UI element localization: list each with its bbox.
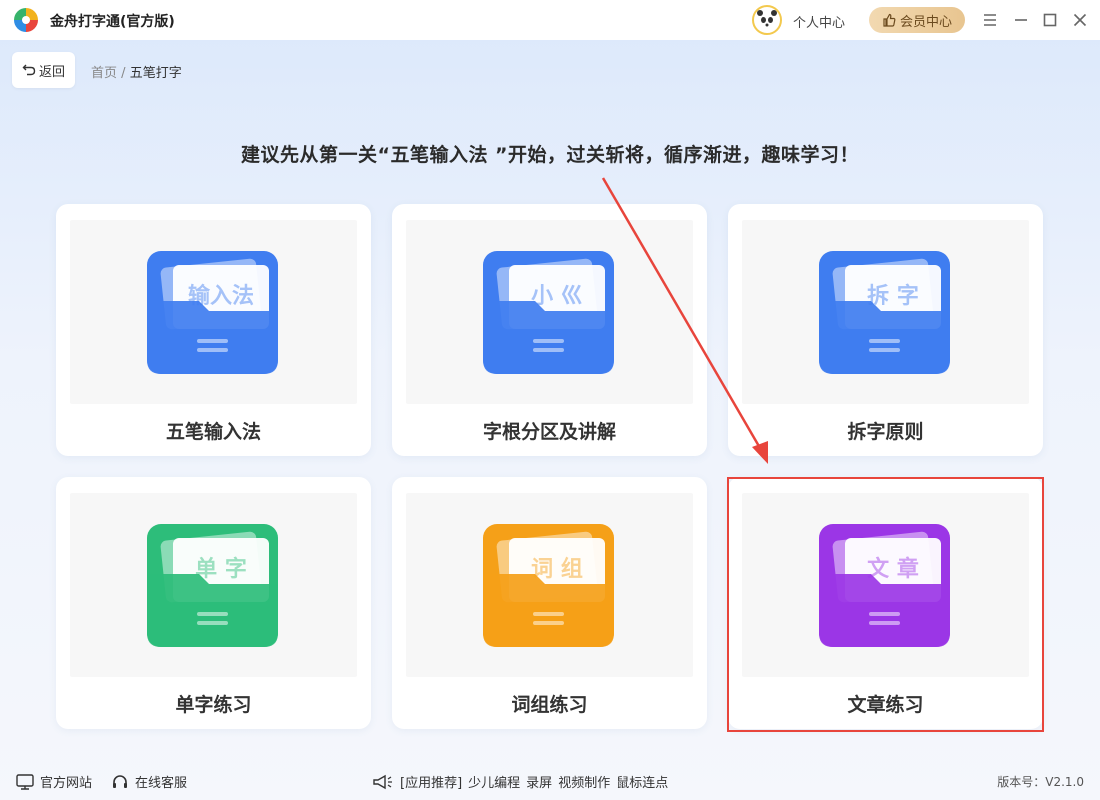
version-text: 版本号：V2.1.0 bbox=[997, 775, 1084, 789]
card-single-char-practice[interactable]: 单 字 单字练习 bbox=[56, 477, 371, 729]
panda-avatar-icon bbox=[757, 10, 777, 31]
vip-center-label: 会员中心 bbox=[899, 14, 952, 30]
card-label: 字根分区及讲解 bbox=[482, 421, 616, 443]
service-link[interactable]: 在线客服 bbox=[111, 772, 187, 791]
card-split-rules[interactable]: 拆 字 拆字原则 bbox=[728, 204, 1043, 456]
card-label: 拆字原则 bbox=[847, 421, 924, 443]
footer: 官方网站 在线客服 [应用推荐] 少儿编程 录屏 视频制作 鼠标连点 版本号：V… bbox=[0, 764, 1100, 800]
thumb-up-icon bbox=[883, 13, 896, 27]
menu-icon[interactable] bbox=[980, 10, 1000, 30]
folder-icon: 输入法 bbox=[147, 251, 278, 374]
card-image-area: 词 组 bbox=[406, 493, 693, 677]
footer-link-coding[interactable]: 少儿编程 bbox=[468, 772, 520, 791]
breadcrumb-current: 五笔打字 bbox=[129, 66, 182, 81]
minimize-icon[interactable] bbox=[1011, 10, 1031, 30]
breadcrumb-separator: / bbox=[121, 66, 126, 81]
back-label: 返回 bbox=[38, 64, 65, 80]
folder-icon: 单 字 bbox=[147, 524, 278, 647]
card-article-practice[interactable]: 文 章 文章练习 bbox=[728, 477, 1043, 729]
back-button[interactable]: 返回 bbox=[12, 52, 75, 88]
recommend-label: [应用推荐] bbox=[400, 776, 463, 791]
avatar[interactable] bbox=[752, 5, 782, 35]
card-image-area: 拆 字 bbox=[742, 220, 1029, 404]
breadcrumb-home[interactable]: 首页 bbox=[91, 66, 117, 81]
card-image-area: 输入法 bbox=[70, 220, 357, 404]
folder-icon: 文 章 bbox=[819, 524, 950, 647]
breadcrumb: 首页 / 五笔打字 bbox=[91, 62, 182, 81]
service-label: 在线客服 bbox=[135, 776, 188, 791]
card-image-area: 小 巛 bbox=[406, 220, 693, 404]
recommend-section: [应用推荐] 少儿编程 录屏 视频制作 鼠标连点 bbox=[372, 772, 668, 791]
card-label: 单字练习 bbox=[175, 694, 252, 716]
card-image-area: 文 章 bbox=[742, 493, 1029, 677]
vip-center-button[interactable]: 会员中心 bbox=[869, 7, 965, 33]
card-image-area: 单 字 bbox=[70, 493, 357, 677]
maximize-icon[interactable] bbox=[1040, 10, 1060, 30]
hint-text: 建议先从第一关“五笔输入法 ”开始，过关斩将，循序渐进，趣味学习！ bbox=[240, 144, 860, 166]
card-wubi-input[interactable]: 输入法 五笔输入法 bbox=[56, 204, 371, 456]
website-link[interactable]: 官方网站 bbox=[16, 772, 92, 791]
folder-icon: 拆 字 bbox=[819, 251, 950, 374]
card-label: 文章练习 bbox=[847, 694, 924, 716]
card-label: 五笔输入法 bbox=[165, 421, 261, 443]
app-title: 金舟打字通(官方版) bbox=[50, 14, 175, 30]
close-icon[interactable] bbox=[1070, 10, 1090, 30]
footer-link-record[interactable]: 录屏 bbox=[526, 772, 552, 791]
app-logo-icon bbox=[14, 8, 38, 32]
website-label: 官方网站 bbox=[40, 776, 93, 791]
footer-link-clicker[interactable]: 鼠标连点 bbox=[616, 772, 668, 791]
folder-icon: 小 巛 bbox=[483, 251, 614, 374]
card-radical-zones[interactable]: 小 巛 字根分区及讲解 bbox=[392, 204, 707, 456]
back-arrow-icon bbox=[22, 64, 36, 76]
card-phrase-practice[interactable]: 词 组 词组练习 bbox=[392, 477, 707, 729]
folder-icon: 词 组 bbox=[483, 524, 614, 647]
card-label: 词组练习 bbox=[511, 694, 588, 716]
user-center-link[interactable]: 个人中心 bbox=[793, 12, 845, 31]
title-bar: 金舟打字通(官方版) 个人中心 会员中心 bbox=[0, 0, 1100, 40]
footer-link-video[interactable]: 视频制作 bbox=[558, 772, 610, 791]
monitor-icon bbox=[16, 773, 34, 790]
megaphone-icon bbox=[373, 774, 392, 789]
headset-icon bbox=[113, 774, 127, 788]
